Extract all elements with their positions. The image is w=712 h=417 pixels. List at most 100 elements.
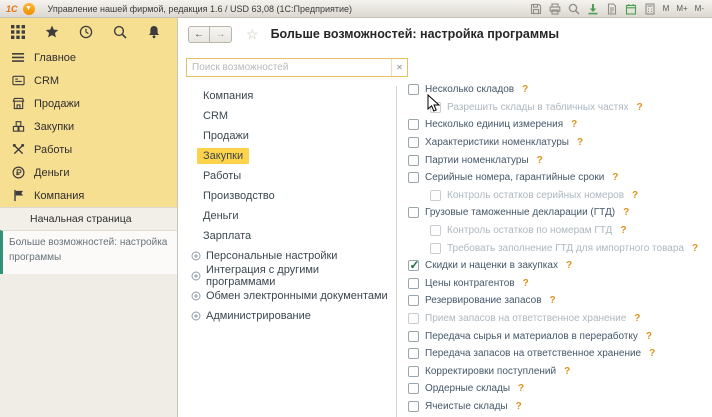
help-link[interactable]: ? <box>537 155 543 166</box>
calculator-memory-button[interactable]: M <box>663 4 670 13</box>
preview-icon[interactable] <box>568 3 580 15</box>
forward-button[interactable]: → <box>210 25 232 43</box>
checkbox[interactable] <box>408 84 419 96</box>
option-row: Цены контрагентов? <box>408 275 710 293</box>
option-row: Несколько складов? <box>408 81 710 99</box>
help-link[interactable]: ? <box>637 102 643 113</box>
nav-item[interactable]: Производство <box>186 186 388 206</box>
favorites-star-icon[interactable] <box>45 25 59 39</box>
option-label: Ордерные склады <box>425 383 511 395</box>
sidebar-item[interactable]: Компания <box>0 184 177 207</box>
app-window: 1С ▼ Управление нашей фирмой, редакция 1… <box>0 0 712 417</box>
checkbox[interactable] <box>408 172 419 184</box>
checkbox[interactable] <box>408 383 419 395</box>
search-input[interactable] <box>187 62 391 73</box>
checkbox[interactable] <box>430 225 441 237</box>
notifications-bell-icon[interactable] <box>147 25 161 39</box>
nav-item[interactable]: CRM <box>186 106 388 126</box>
print-page-icon[interactable] <box>606 2 618 15</box>
history-clock-icon[interactable] <box>79 25 93 39</box>
help-link[interactable]: ? <box>571 119 577 130</box>
hamburger-icon <box>12 51 25 64</box>
sidebar-item[interactable]: Работы <box>0 138 177 161</box>
sidebar-item[interactable]: Главное <box>0 46 177 69</box>
help-link[interactable]: ? <box>649 348 655 359</box>
menu-grid-icon[interactable] <box>11 25 25 39</box>
sidebar-item-home[interactable]: Начальная страница <box>0 207 177 230</box>
checkbox[interactable] <box>408 330 419 342</box>
checkbox[interactable] <box>408 119 419 131</box>
sidebar-item-label: Продажи <box>34 97 80 110</box>
nav-item-label: Производство <box>203 190 275 202</box>
nav-item[interactable]: Закупки <box>186 146 388 166</box>
checkbox[interactable] <box>430 189 441 201</box>
help-link[interactable]: ? <box>692 243 698 254</box>
help-link[interactable]: ? <box>516 401 522 412</box>
nav-item-label: Администрирование <box>206 310 311 322</box>
checkbox[interactable] <box>408 313 419 325</box>
nav-item[interactable]: Администрирование <box>186 306 388 326</box>
open-tab-more-features[interactable]: Больше возможностей: настройка программы <box>0 230 177 274</box>
option-label: Разрешить склады в табличных частях <box>447 101 629 113</box>
calculator-icon[interactable] <box>644 2 656 15</box>
help-link[interactable]: ? <box>634 313 640 324</box>
nav-item[interactable]: Работы <box>186 166 388 186</box>
nav-item[interactable]: Зарплата <box>186 226 388 246</box>
titlebar: 1С ▼ Управление нашей фирмой, редакция 1… <box>0 0 712 18</box>
sidebar-empty-area <box>0 274 177 417</box>
help-link[interactable]: ? <box>566 260 572 271</box>
option-row: Требовать заполнение ГТД для импортного … <box>408 239 710 257</box>
import-icon[interactable] <box>587 3 599 15</box>
checkbox[interactable] <box>408 295 419 307</box>
checkbox[interactable] <box>408 348 419 360</box>
checkbox[interactable] <box>408 154 419 166</box>
checkbox[interactable] <box>408 400 419 412</box>
print-icon[interactable] <box>549 2 561 15</box>
sales-shop-icon <box>12 97 25 110</box>
help-link[interactable]: ? <box>623 207 629 218</box>
checkbox[interactable] <box>408 365 419 377</box>
help-link[interactable]: ? <box>523 278 529 289</box>
checkbox[interactable] <box>408 277 419 289</box>
calendar-icon[interactable] <box>625 3 637 15</box>
sidebar-item[interactable]: CRM <box>0 69 177 92</box>
back-button[interactable]: ← <box>188 25 210 43</box>
checkbox[interactable] <box>430 242 441 254</box>
calculator-memory-button[interactable]: M- <box>695 4 704 13</box>
option-row: Корректировки поступлений? <box>408 363 710 381</box>
option-label: Резервирование запасов <box>425 295 542 307</box>
main-menu-button[interactable]: ▼ <box>22 2 35 15</box>
help-link[interactable]: ? <box>632 190 638 201</box>
help-link[interactable]: ? <box>620 225 626 236</box>
mouse-cursor <box>427 93 441 118</box>
checkbox[interactable] <box>408 258 420 272</box>
nav-item[interactable]: Компания <box>186 86 388 106</box>
help-link[interactable]: ? <box>522 84 528 95</box>
help-link[interactable]: ? <box>577 137 583 148</box>
help-link[interactable]: ? <box>518 383 524 394</box>
nav-item[interactable]: Деньги <box>186 206 388 226</box>
option-row: Партии номенклатуры? <box>408 151 710 169</box>
sidebar-item[interactable]: Продажи <box>0 92 177 115</box>
option-label: Серийные номера, гарантийные сроки <box>425 172 605 184</box>
sidebar-item[interactable]: Деньги <box>0 161 177 184</box>
help-link[interactable]: ? <box>564 366 570 377</box>
help-link[interactable]: ? <box>646 331 652 342</box>
nav-item[interactable]: Обмен электронными документами <box>186 286 388 306</box>
nav-item[interactable]: Продажи <box>186 126 388 146</box>
search-box: ✕ <box>186 58 408 77</box>
checkbox[interactable] <box>408 137 419 149</box>
sidebar-item[interactable]: Закупки <box>0 115 177 138</box>
clear-search-icon[interactable]: ✕ <box>391 59 407 76</box>
help-link[interactable]: ? <box>612 172 618 183</box>
content-body: ✕ Компания CRM Продажи Закупки Работы Произво… <box>179 50 712 417</box>
save-icon[interactable] <box>530 3 542 15</box>
help-link[interactable]: ? <box>550 295 556 306</box>
option-row: Контроль остатков серийных номеров? <box>408 187 710 205</box>
calculator-memory-button[interactable]: M+ <box>676 4 687 13</box>
search-icon[interactable] <box>113 25 127 39</box>
favorite-star-icon[interactable]: ☆ <box>246 26 259 43</box>
nav-item[interactable]: Персональные настройки <box>186 246 388 266</box>
checkbox[interactable] <box>408 207 419 219</box>
nav-item[interactable]: Интеграция с другими программами <box>186 264 388 288</box>
